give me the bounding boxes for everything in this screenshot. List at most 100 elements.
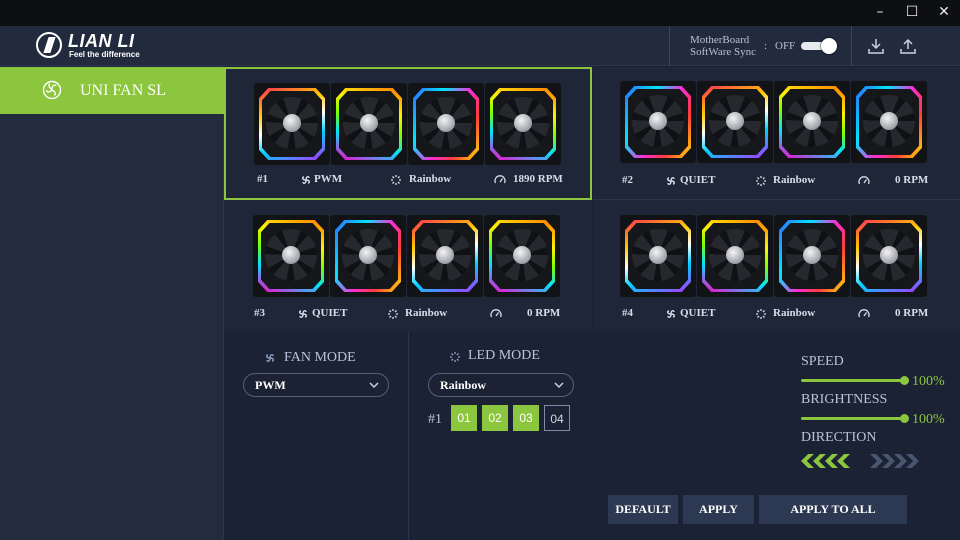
speedometer-icon — [858, 176, 870, 185]
fan-mode-icon — [667, 177, 675, 185]
fan-unit — [330, 215, 406, 297]
led-mode-icon — [756, 309, 766, 319]
group-index: #3 — [254, 307, 265, 319]
title-bar: – ☐ ✕ — [0, 0, 960, 26]
sync-toggle[interactable] — [801, 38, 837, 54]
fan-mode-icon — [266, 354, 274, 362]
speed-slider-fill — [801, 379, 905, 382]
fan-unit — [774, 81, 850, 163]
fan-icon — [42, 80, 62, 100]
fan-select-04[interactable]: 04 — [544, 405, 570, 431]
group-info: #3 QUIET Rainbow 0 RPM — [224, 307, 592, 323]
group-speed: 1890 RPM — [513, 173, 563, 185]
fan-mode-icon — [302, 176, 310, 184]
toggle-knob — [821, 38, 837, 54]
led-group-index: #1 — [428, 412, 442, 427]
speed-slider[interactable] — [801, 376, 909, 386]
brightness-slider-handle[interactable] — [900, 414, 909, 423]
group-index: #2 — [622, 174, 633, 186]
group-speed: 0 RPM — [895, 307, 929, 319]
group-led-mode: Rainbow — [773, 174, 816, 186]
speed-slider-handle[interactable] — [900, 376, 909, 385]
apply-button[interactable]: APPLY — [683, 495, 754, 524]
brand-name: LIAN LI — [68, 31, 135, 51]
apply-to-all-button[interactable]: APPLY TO ALL — [759, 495, 907, 524]
brightness-label: BRIGHTNESS — [801, 392, 888, 407]
group-fan-mode: QUIET — [312, 307, 348, 319]
led-mode-icon — [391, 175, 401, 185]
fan-unit — [697, 81, 773, 163]
fan-group-4[interactable]: #4 QUIET Rainbow 0 RPM — [593, 200, 960, 333]
fan-unit — [484, 215, 560, 297]
fan-unit — [851, 215, 927, 297]
sync-label: MotherBoard SoftWare Sync — [690, 34, 757, 58]
direction-label: DIRECTION — [801, 430, 877, 445]
fan-select-02[interactable]: 02 — [482, 405, 508, 431]
fan-mode-icon — [667, 310, 675, 318]
fan-group-3[interactable]: #3 QUIET Rainbow 0 RPM — [224, 200, 592, 333]
fan-unit — [254, 83, 330, 165]
led-mode-icon — [450, 352, 460, 362]
speedometer-icon — [494, 175, 506, 184]
brightness-slider[interactable] — [801, 414, 909, 424]
speedometer-icon — [858, 309, 870, 318]
speed-value: 100% — [912, 374, 945, 389]
group-index: #1 — [257, 173, 268, 185]
led-mode-icon — [388, 309, 398, 319]
app-header: LIAN LI Feel the difference MotherBoard … — [0, 26, 960, 66]
brand-tagline: Feel the difference — [69, 50, 140, 59]
fan-select-03[interactable]: 03 — [513, 405, 539, 431]
fan-unit — [485, 83, 561, 165]
header-divider — [851, 26, 852, 66]
fan-select-01[interactable]: 01 — [451, 405, 477, 431]
fan-mode-select[interactable]: PWM — [243, 373, 389, 397]
fan-unit — [851, 81, 927, 163]
import-icon[interactable] — [866, 36, 886, 56]
fan-unit — [697, 215, 773, 297]
sync-state: OFF — [775, 40, 796, 52]
chevron-down-icon — [554, 382, 564, 389]
lianli-logo-icon — [36, 32, 62, 58]
maximize-button[interactable]: ☐ — [896, 0, 928, 26]
chevron-down-icon — [369, 382, 379, 389]
fan-unit — [620, 81, 696, 163]
sidebar-item-uni-fan-sl[interactable]: UNI FAN SL — [0, 67, 224, 114]
group-info: #1 PWM Rainbow 1890 RPM — [226, 173, 594, 189]
group-led-mode: Rainbow — [405, 307, 448, 319]
fan-unit — [774, 215, 850, 297]
group-fan-mode: QUIET — [680, 174, 716, 186]
fan-unit — [407, 215, 483, 297]
close-button[interactable]: ✕ — [928, 0, 960, 26]
fan-unit — [408, 83, 484, 165]
fan-unit — [331, 83, 407, 165]
group-led-mode: Rainbow — [409, 173, 452, 185]
led-mode-icon — [756, 176, 766, 186]
group-info: #4 QUIET Rainbow 0 RPM — [593, 307, 960, 323]
brightness-value: 100% — [912, 412, 945, 427]
group-fan-mode: QUIET — [680, 307, 716, 319]
led-mode-title: LED MODE — [468, 348, 540, 363]
fan-group-1[interactable]: #1 PWM Rainbow 1890 RPM — [224, 67, 592, 200]
speed-label: SPEED — [801, 354, 844, 369]
group-speed: 0 RPM — [895, 174, 929, 186]
fan-mode-icon — [299, 310, 307, 318]
group-info: #2 QUIET Rainbow 0 RPM — [593, 174, 960, 190]
fan-unit — [620, 215, 696, 297]
led-mode-select[interactable]: Rainbow — [428, 373, 574, 397]
led-mode-value: Rainbow — [440, 378, 487, 392]
fan-mode-title: FAN MODE — [284, 350, 356, 365]
speedometer-icon — [490, 309, 502, 318]
minimize-button[interactable]: – — [864, 0, 896, 26]
sync-colon: : — [764, 40, 768, 52]
brightness-slider-fill — [801, 417, 905, 420]
sidebar-item-label: UNI FAN SL — [80, 82, 166, 99]
sidebar: UNI FAN SL — [0, 66, 224, 540]
fan-unit — [253, 215, 329, 297]
fan-group-2[interactable]: #2 QUIET Rainbow 0 RPM — [593, 67, 960, 200]
export-icon[interactable] — [898, 36, 918, 56]
header-divider — [669, 26, 670, 66]
panel-divider — [408, 332, 409, 540]
group-fan-mode: PWM — [314, 173, 343, 185]
group-speed: 0 RPM — [527, 307, 561, 319]
default-button[interactable]: DEFAULT — [608, 495, 678, 524]
